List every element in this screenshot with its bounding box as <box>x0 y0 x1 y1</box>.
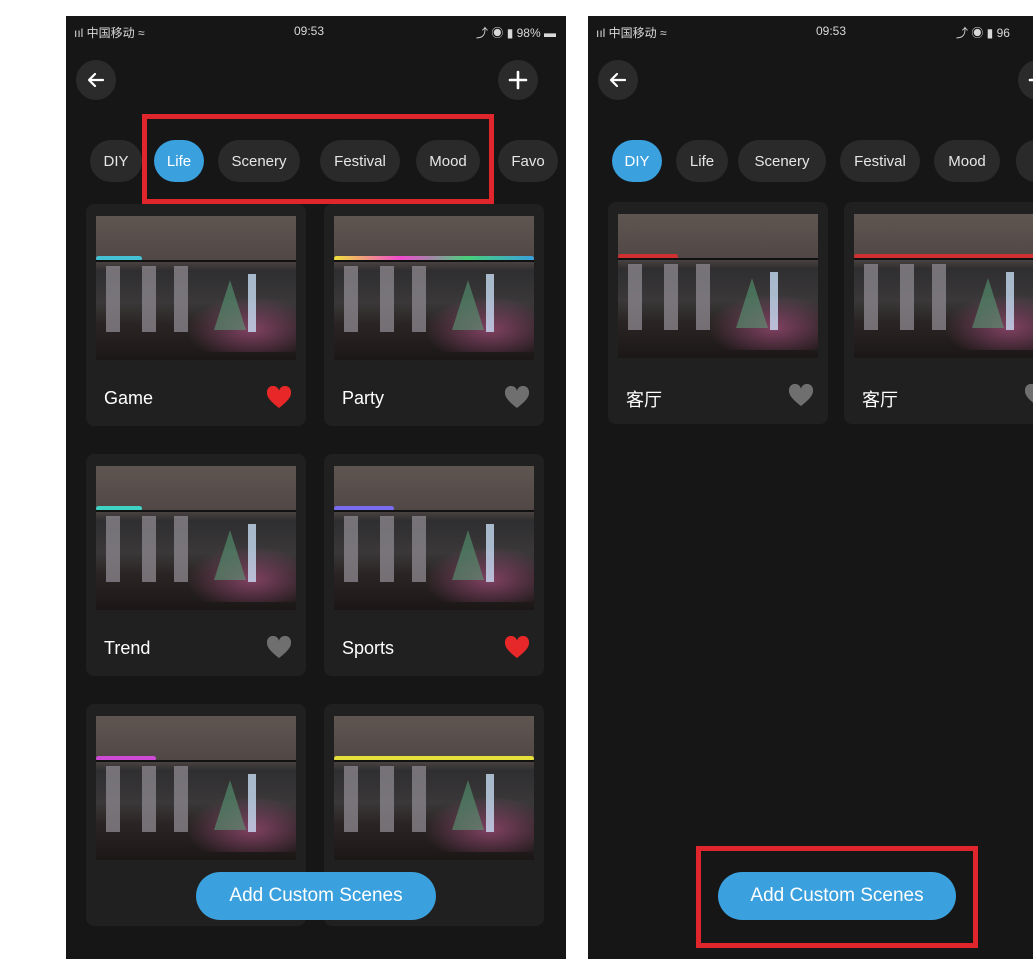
tab-festival[interactable]: Festival <box>840 140 920 182</box>
scene-thumbnail <box>334 466 534 610</box>
add-button[interactable] <box>1018 60 1033 100</box>
add-custom-scenes-button[interactable]: Add Custom Scenes <box>196 872 436 920</box>
heart-icon[interactable] <box>1024 384 1033 408</box>
scene-card[interactable]: Sports <box>324 454 544 676</box>
status-indicators: ⤴ ◉ ▮ 96 <box>956 26 1010 40</box>
status-time: 09:53 <box>816 24 847 38</box>
left-phone-screen: ııl 中国移动 ≈ 09:53 ⤴ ◉ ▮ 98% ▬ DIY Life Sc… <box>66 16 566 959</box>
status-indicators: ⤴ ◉ ▮ 98% ▬ <box>476 26 556 40</box>
tab-favorites[interactable] <box>1016 140 1033 182</box>
scene-thumbnail <box>96 716 296 860</box>
back-button[interactable] <box>76 60 116 100</box>
arrow-left-icon <box>87 72 105 88</box>
right-phone-screen: ııl 中国移动 ≈ 09:53 ⤴ ◉ ▮ 96 DIY Life Scene… <box>588 16 1033 959</box>
scene-thumbnail <box>334 216 534 360</box>
scene-name: Sports <box>342 638 395 658</box>
plus-icon <box>508 70 528 90</box>
scene-name: Party <box>342 388 385 408</box>
heart-icon[interactable] <box>788 384 814 408</box>
arrow-left-icon <box>609 72 627 88</box>
scene-card[interactable]: Trend <box>86 454 306 676</box>
status-bar: ııl 中国移动 ≈ 09:53 ⤴ ◉ ▮ 98% ▬ <box>66 16 566 46</box>
tab-diy[interactable]: DIY <box>612 140 662 182</box>
scene-name: Trend <box>104 638 151 658</box>
tab-diy[interactable]: DIY <box>90 140 142 182</box>
scene-thumbnail <box>96 216 296 360</box>
heart-icon[interactable] <box>266 386 292 410</box>
plus-icon <box>1028 78 1033 82</box>
scene-name: 客厅 <box>862 390 898 410</box>
scene-name: Game <box>104 388 154 408</box>
add-button[interactable] <box>498 60 538 100</box>
tab-mood[interactable]: Mood <box>934 140 1000 182</box>
scene-thumbnail <box>334 716 534 860</box>
tab-life[interactable]: Life <box>676 140 728 182</box>
status-time: 09:53 <box>294 24 325 38</box>
heart-icon[interactable] <box>266 636 292 660</box>
scene-thumbnail <box>854 214 1033 358</box>
scene-thumbnail <box>96 466 296 610</box>
scene-card[interactable]: Game <box>86 204 306 426</box>
scene-card[interactable]: 客厅 <box>608 202 828 424</box>
back-button[interactable] <box>598 60 638 100</box>
scene-card[interactable]: Party <box>324 204 544 426</box>
scene-card[interactable]: 客厅 <box>844 202 1033 424</box>
scene-name: 客厅 <box>626 390 662 410</box>
tab-scenery[interactable]: Scenery <box>738 140 826 182</box>
heart-icon[interactable] <box>504 636 530 660</box>
carrier-label: ııl 中国移动 ≈ <box>596 26 667 40</box>
highlight-box <box>696 846 978 948</box>
scene-category-tabs: DIY Life Scenery Festival Mood <box>588 138 1033 184</box>
tab-favorites[interactable]: Favo <box>498 140 558 182</box>
carrier-label: ııl 中国移动 ≈ <box>74 26 145 40</box>
status-bar: ııl 中国移动 ≈ 09:53 ⤴ ◉ ▮ 96 <box>588 16 1033 46</box>
scene-thumbnail <box>618 214 818 358</box>
heart-icon[interactable] <box>504 386 530 410</box>
highlight-box <box>142 114 494 204</box>
